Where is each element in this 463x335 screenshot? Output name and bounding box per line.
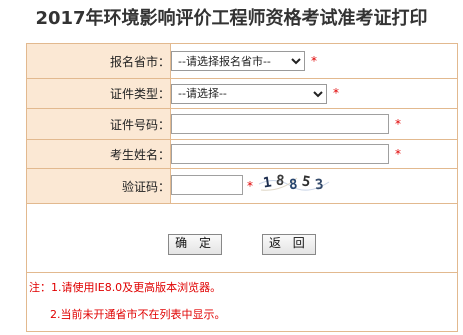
id-number-label: 证件号码： bbox=[26, 108, 171, 140]
page-title: 2017年环境影响评价工程师资格考试准考证打印 bbox=[35, 8, 428, 29]
id-number-required-mark: * bbox=[395, 117, 401, 131]
name-label: 考生姓名： bbox=[26, 139, 171, 169]
buttons-row: 确 定 返 回 bbox=[26, 203, 458, 273]
note-browser-requirement: 注：1.请使用IE8.0及更高版本浏览器。 bbox=[29, 281, 222, 294]
captcha-required-mark: * bbox=[247, 178, 253, 193]
captcha-row: 验证码： * 18853 bbox=[26, 168, 458, 204]
id-number-input[interactable] bbox=[171, 114, 389, 134]
confirm-button[interactable]: 确 定 bbox=[168, 233, 223, 255]
name-required-mark: * bbox=[395, 147, 401, 161]
province-row: 报名省市： --请选择报名省市-- * bbox=[26, 43, 458, 79]
note-province-availability: 2.当前未开通省市不在列表中显示。 bbox=[50, 308, 226, 321]
print-form: 报名省市： --请选择报名省市-- * 证件类型： --请选择-- * 证件号码… bbox=[26, 43, 458, 273]
captcha-label: 验证码： bbox=[26, 168, 171, 204]
province-select[interactable]: --请选择报名省市-- bbox=[171, 51, 305, 71]
id-type-row: 证件类型： --请选择-- * bbox=[26, 78, 458, 109]
name-input[interactable] bbox=[171, 144, 389, 164]
captcha-char: 3 bbox=[314, 177, 324, 194]
captcha-char: 8 bbox=[275, 173, 285, 190]
name-row: 考生姓名： * bbox=[26, 139, 458, 169]
captcha-input[interactable] bbox=[171, 175, 243, 195]
back-button[interactable]: 返 回 bbox=[261, 233, 316, 255]
id-type-label: 证件类型： bbox=[26, 78, 171, 109]
province-required-mark: * bbox=[311, 53, 317, 68]
captcha-image[interactable]: 18853 bbox=[257, 170, 331, 194]
captcha-char: 8 bbox=[289, 177, 299, 194]
notes-panel: 注：1.请使用IE8.0及更高版本浏览器。 2.当前未开通省市不在列表中显示。 bbox=[26, 272, 458, 332]
id-type-required-mark: * bbox=[333, 86, 339, 100]
id-type-select[interactable]: --请选择-- bbox=[171, 83, 327, 104]
id-number-row: 证件号码： * bbox=[26, 108, 458, 140]
province-label: 报名省市： bbox=[26, 43, 171, 79]
